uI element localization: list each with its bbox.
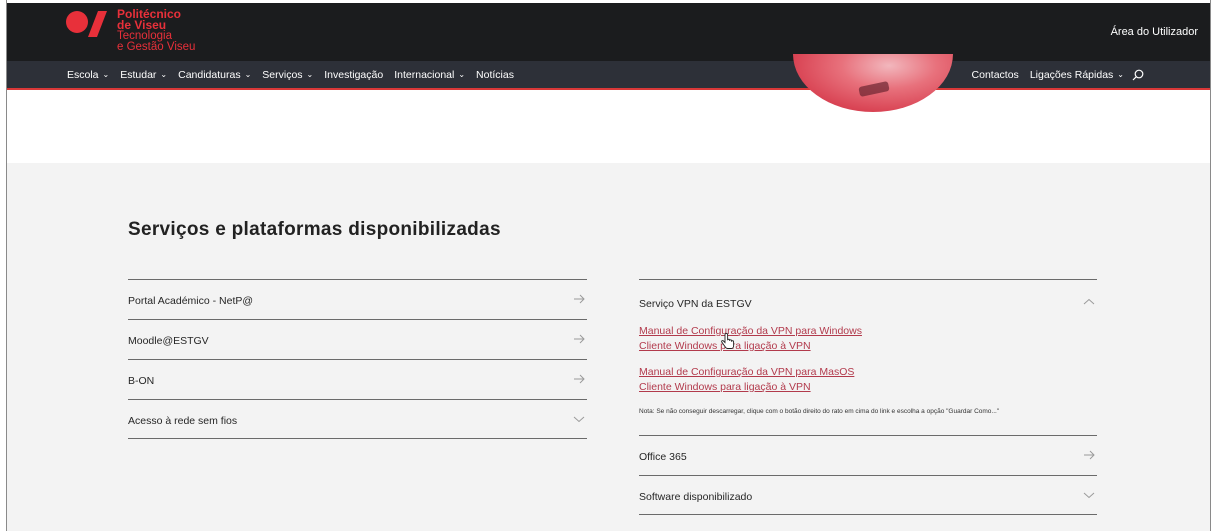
arrow-right-icon <box>574 294 585 304</box>
nav-item-estudar[interactable]: Estudar ⌄ <box>120 69 167 81</box>
chevron-down-icon: ⌄ <box>1117 70 1124 79</box>
service-item-office-365[interactable]: Office 365 <box>639 435 1097 475</box>
vpn-note: Nota: Se não conseguir descarregar, cliq… <box>639 408 1000 415</box>
nav-item-label: Candidaturas <box>178 68 241 81</box>
arrow-right-icon <box>574 374 585 384</box>
vpn-manual-windows-link[interactable]: Manual de Configuração da VPN para Windo… <box>639 324 862 339</box>
chevron-down-icon <box>1083 492 1095 499</box>
service-item-label: Software disponibilizado <box>639 491 753 503</box>
nav-item-investigacao[interactable]: Investigação <box>324 69 383 81</box>
service-item-label: B-ON <box>128 375 155 387</box>
main-nav: Escola ⌄ Estudar ⌄ Candidaturas ⌄ Serviç… <box>7 61 1210 90</box>
service-item-vpn-expanded: Serviço VPN da ESTGV Manual de Configura… <box>639 279 1097 435</box>
nav-left: Escola ⌄ Estudar ⌄ Candidaturas ⌄ Serviç… <box>67 61 525 88</box>
arrow-right-icon <box>1084 450 1095 460</box>
logo-text: Politécnico de Viseu Tecnologia e Gestão… <box>117 8 196 53</box>
nav-item-escola[interactable]: Escola ⌄ <box>67 69 109 81</box>
nav-item-label: Serviços <box>262 68 303 81</box>
browser-viewport: Politécnico de Viseu Tecnologia e Gestão… <box>6 0 1211 531</box>
service-item-moodle[interactable]: Moodle@ESTGV <box>128 319 587 359</box>
vpn-manual-macos-link[interactable]: Manual de Configuração da VPN para MasOS <box>639 365 862 380</box>
chevron-up-icon[interactable] <box>1083 296 1095 308</box>
search-icon[interactable] <box>1132 69 1144 81</box>
nav-item-label: Escola <box>67 68 99 81</box>
hand-cursor-icon <box>721 333 735 349</box>
service-item-software[interactable]: Software disponibilizado <box>639 475 1097 515</box>
service-item-portal-academico[interactable]: Portal Académico - NetP@ <box>128 279 587 319</box>
chevron-down-icon: ⌄ <box>458 70 466 79</box>
services-list-left: Portal Académico - NetP@ Moodle@ESTGV B-… <box>128 279 587 439</box>
vpn-client-windows-link-2[interactable]: Cliente Windows para ligação à VPN <box>639 380 862 395</box>
service-item-label: Portal Académico - NetP@ <box>128 295 254 307</box>
service-item-b-on[interactable]: B-ON <box>128 359 587 399</box>
vpn-links: Manual de Configuração da VPN para Windo… <box>639 324 862 395</box>
nav-item-label: Contactos <box>971 68 1019 81</box>
service-item-label: Office 365 <box>639 451 687 463</box>
vpn-header-label[interactable]: Serviço VPN da ESTGV <box>639 298 752 310</box>
nav-item-label: Investigação <box>324 68 384 81</box>
logo-mark-icon <box>66 11 107 37</box>
nav-item-servicos[interactable]: Serviços ⌄ <box>262 69 313 81</box>
nav-item-ligacoes-rapidas[interactable]: Ligações Rápidas ⌄ <box>1030 69 1124 81</box>
top-header: Politécnico de Viseu Tecnologia e Gestão… <box>7 3 1210 61</box>
chevron-down-icon: ⌄ <box>306 70 314 79</box>
nav-item-label: Notícias <box>476 68 514 81</box>
vpn-client-windows-link[interactable]: Cliente Windows para ligação à VPN <box>639 339 862 354</box>
chevron-down-icon: ⌄ <box>160 70 168 79</box>
arrow-right-icon <box>574 334 585 344</box>
nav-item-noticias[interactable]: Notícias <box>476 69 514 81</box>
nav-right: Contactos Ligações Rápidas ⌄ <box>961 61 1144 88</box>
service-item-acesso-rede[interactable]: Acesso à rede sem fios <box>128 399 587 439</box>
chevron-down-icon: ⌄ <box>244 70 252 79</box>
chevron-down-icon: ⌄ <box>102 70 110 79</box>
nav-item-label: Ligações Rápidas <box>1029 68 1114 81</box>
service-item-label: Acesso à rede sem fios <box>128 415 238 427</box>
nav-item-label: Internacional <box>394 68 455 81</box>
hero-image <box>793 54 953 112</box>
nav-item-label: Estudar <box>120 68 157 81</box>
service-item-label: Moodle@ESTGV <box>128 335 209 347</box>
nav-item-internacional[interactable]: Internacional ⌄ <box>394 69 465 81</box>
nav-item-contactos[interactable]: Contactos <box>972 69 1019 81</box>
logo-line-4: e Gestão Viseu <box>117 41 196 53</box>
services-list-right: Serviço VPN da ESTGV Manual de Configura… <box>639 279 1097 515</box>
chevron-down-icon <box>573 416 585 423</box>
section-title: Serviços e plataformas disponibilizadas <box>128 219 501 240</box>
user-area-link[interactable]: Área do Utilizador <box>1111 26 1198 38</box>
nav-item-candidaturas[interactable]: Candidaturas ⌄ <box>178 69 251 81</box>
services-section: Serviços e plataformas disponibilizadas … <box>7 163 1210 531</box>
